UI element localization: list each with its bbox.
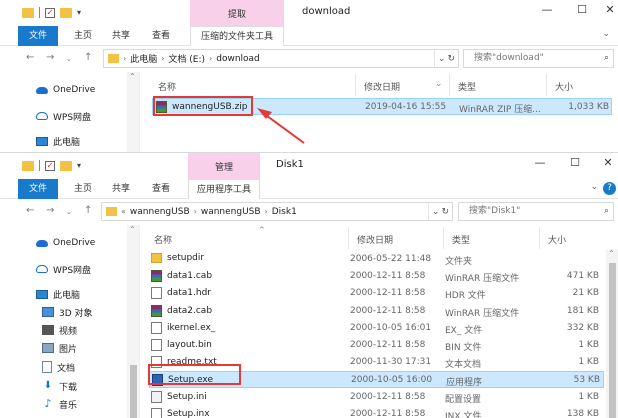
annotation-arrow bbox=[257, 108, 305, 144]
arrow-shaft bbox=[262, 112, 305, 144]
